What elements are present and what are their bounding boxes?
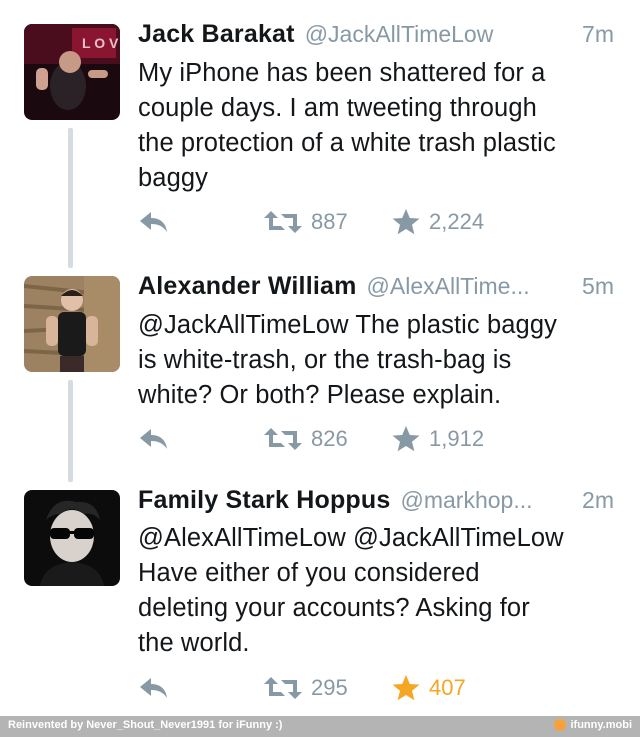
site-text: ifunny.mobi xyxy=(570,719,632,731)
favorite-button[interactable]: 2,224 xyxy=(391,207,484,237)
tweet-text-line: deleting your accounts? Asking for xyxy=(138,594,530,622)
retweet-icon xyxy=(264,211,302,233)
favorite-count: 2,224 xyxy=(429,209,485,234)
reply-button[interactable] xyxy=(138,673,170,703)
username-handle[interactable]: @JackAllTimeLow xyxy=(305,21,572,48)
retweet-button[interactable]: 295 xyxy=(263,673,348,703)
display-name[interactable]: Family Stark Hoppus xyxy=(138,486,390,515)
tweet-text-line: baggy xyxy=(138,164,208,192)
display-name[interactable]: Alexander William xyxy=(138,272,357,301)
username-handle[interactable]: @AlexAllTime... xyxy=(367,273,573,300)
retweet-icon xyxy=(264,677,302,699)
reply-button[interactable] xyxy=(138,207,170,237)
avatar[interactable] xyxy=(24,276,120,372)
display-name[interactable]: Jack Barakat xyxy=(138,20,295,49)
avatar[interactable] xyxy=(24,490,120,586)
tweet-text-line: is white-trash, or the trash-bag is xyxy=(138,346,512,374)
watermark-bar: Reinvented by Never_Shout_Never1991 for … xyxy=(0,716,640,737)
thread-line xyxy=(68,128,73,268)
timestamp[interactable]: 7m xyxy=(582,21,614,48)
tweet-text-line: Have either of you considered xyxy=(138,559,480,587)
tweet-actions: 295 407 xyxy=(138,673,558,703)
tweet-text-line: white? Or both? Please explain. xyxy=(138,381,502,409)
favorite-count: 1,912 xyxy=(429,426,485,451)
tweet-text-line: couple days. I am tweeting through xyxy=(138,94,537,122)
star-icon xyxy=(392,209,420,235)
retweet-count: 887 xyxy=(311,209,348,234)
tweet-text-line: the world. xyxy=(138,629,250,657)
svg-text:L O V: L O V xyxy=(82,35,119,51)
tweet-text-line: @JackAllTimeLow The plastic baggy xyxy=(138,311,557,339)
timestamp[interactable]: 5m xyxy=(582,273,614,300)
star-icon xyxy=(392,426,420,452)
retweet-button[interactable]: 826 xyxy=(263,424,348,454)
tweet-actions: 887 2,224 xyxy=(138,207,558,237)
retweet-count: 826 xyxy=(311,426,348,451)
reply-icon xyxy=(140,678,167,698)
username-handle[interactable]: @markhop... xyxy=(400,487,572,514)
retweet-icon xyxy=(264,428,302,450)
favorite-count: 407 xyxy=(429,675,466,700)
avatar[interactable]: L O V xyxy=(24,24,120,120)
reply-icon xyxy=(140,212,167,232)
favorite-button[interactable]: 407 xyxy=(391,673,466,703)
reply-button[interactable] xyxy=(138,424,170,454)
tweet-text-line: @AlexAllTimeLow @JackAllTimeLow xyxy=(138,524,564,552)
tweet-text: My iPhone has been shattered for a coupl… xyxy=(138,56,608,196)
ifunny-logo-icon xyxy=(554,719,567,731)
retweet-button[interactable]: 887 xyxy=(263,207,348,237)
star-icon xyxy=(392,675,420,701)
retweet-count: 295 xyxy=(311,675,348,700)
favorite-button[interactable]: 1,912 xyxy=(391,424,484,454)
tweet-text-line: My iPhone has been shattered for a xyxy=(138,59,546,87)
tweet-text: @AlexAllTimeLow @JackAllTimeLow Have eit… xyxy=(138,521,608,661)
timestamp[interactable]: 2m xyxy=(582,487,614,514)
site-watermark: ifunny.mobi xyxy=(554,719,632,731)
thread-line xyxy=(68,380,73,482)
credit-text: Reinvented by Never_Shout_Never1991 for … xyxy=(8,719,283,731)
tweet-actions: 826 1,912 xyxy=(138,424,558,454)
tweet-text-line: the protection of a white trash plastic xyxy=(138,129,556,157)
tweet-text: @JackAllTimeLow The plastic baggy is whi… xyxy=(138,308,608,413)
reply-icon xyxy=(140,429,167,449)
